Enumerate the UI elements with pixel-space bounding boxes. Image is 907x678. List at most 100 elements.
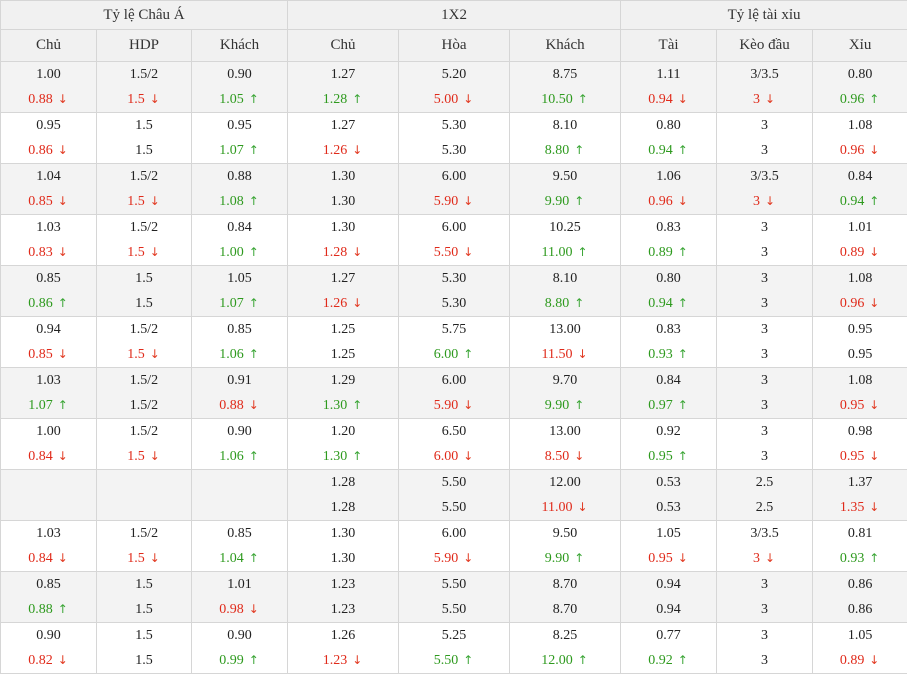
odds-cell-asian-home: 1.04 0.85 ↓ xyxy=(0,163,97,215)
opening-odds: 12.00 xyxy=(511,471,620,496)
arrow-down-icon: ↓ xyxy=(57,449,68,463)
live-odds: 1.07 ↑ xyxy=(2,393,96,418)
live-value: 1.30 xyxy=(322,398,348,413)
odds-cell-1x2-away: 13.00 11.50 ↓ xyxy=(509,316,622,368)
odds-cell-asian-home: 0.85 0.86 ↑ xyxy=(0,265,97,317)
opening-odds: 1.03 xyxy=(2,522,96,547)
odds-cell-content: 0.98 0.95 ↓ xyxy=(814,420,907,469)
odds-cell-1x2-away: 12.00 11.00 ↓ xyxy=(509,469,622,521)
live-odds: 0.53 xyxy=(622,495,716,520)
odds-cell-content: 33 xyxy=(718,624,812,673)
opening-odds: 5.30 xyxy=(400,114,509,139)
odds-cell-under: 1.37 1.35 ↓ xyxy=(812,469,907,521)
live-value: 3 xyxy=(753,551,761,566)
odds-cell-1x2-away: 8.75 10.50 ↑ xyxy=(509,61,622,113)
col-header-draw: Hòa xyxy=(398,29,511,62)
opening-value: 0.95 xyxy=(847,322,873,337)
odds-cell-content: 8.10 8.80 ↑ xyxy=(511,114,620,163)
live-odds: 1.5/2 xyxy=(98,393,191,418)
live-value: 0.95 xyxy=(839,449,865,464)
opening-odds: 0.80 xyxy=(622,267,716,292)
opening-value: 3 xyxy=(761,322,769,337)
live-odds: 6.00 ↑ xyxy=(400,342,509,367)
live-odds: 3 ↓ xyxy=(718,87,812,112)
col-header-asian-away: Khách xyxy=(190,29,289,62)
odds-cell-content: 1.03 0.84 ↓ xyxy=(2,522,96,571)
odds-row: 0.85 0.86 ↑ 1.5 1.5 1.05 1.07 ↑ 1.27 1.26 ↓ 5.30 5.3… xyxy=(0,265,907,317)
odds-cell-asian-away: 0.85 1.06 ↑ xyxy=(190,316,289,368)
odds-cell-under: 0.86 0.86 xyxy=(812,571,907,623)
odds-cell-content: 1.08 0.96 ↓ xyxy=(814,114,907,163)
odds-cell-content: 1.5 1.5 xyxy=(98,114,191,163)
arrow-down-icon: ↓ xyxy=(149,449,160,463)
opening-value: 3/3.5 xyxy=(750,67,779,82)
opening-odds: 1.01 xyxy=(814,216,907,241)
odds-cell-hdp: 1.5/2 1.5 ↓ xyxy=(96,214,192,266)
odds-cell-asian-home: 0.95 0.86 ↓ xyxy=(0,112,97,164)
odds-cell-content: 1.26 1.23 ↓ xyxy=(289,624,398,673)
live-odds: 3 ↓ xyxy=(718,189,812,214)
odds-cell-asian-home: 1.03 1.07 ↑ xyxy=(0,367,97,419)
live-value: 9.90 xyxy=(544,398,570,413)
odds-row: 1.00 0.84 ↓ 1.5/2 1.5 ↓ 0.90 1.06 ↑ 1.20 1.30 ↑ 6.50… xyxy=(0,418,907,470)
odds-cell-1x2-home: 1.30 1.30 xyxy=(287,163,400,215)
live-odds: 1.07 ↑ xyxy=(193,291,287,316)
odds-cell-1x2-home: 1.27 1.26 ↓ xyxy=(287,112,400,164)
odds-cell-over: 0.94 0.94 xyxy=(620,571,718,623)
live-value: 9.90 xyxy=(544,551,570,566)
live-odds: 1.07 ↑ xyxy=(193,138,287,163)
odds-cell-content: 0.77 0.92 ↑ xyxy=(622,624,716,673)
live-odds: 1.08 ↑ xyxy=(193,189,287,214)
live-value: 1.07 xyxy=(219,296,244,311)
odds-cell-asian-away: 0.91 0.88 ↓ xyxy=(190,367,289,419)
live-value: 0.98 xyxy=(219,602,244,617)
opening-odds: 5.50 xyxy=(400,471,509,496)
col-header-1x2-away: Khách xyxy=(509,29,622,62)
odds-cell-content: 1.5/2 1.5 ↓ xyxy=(98,420,191,469)
arrow-up-icon: ↑ xyxy=(352,92,363,106)
live-value: 0.83 xyxy=(28,245,53,260)
odds-cell-asian-away: 1.01 0.98 ↓ xyxy=(190,571,289,623)
odds-cell-content: 5.75 6.00 ↑ xyxy=(400,318,509,367)
odds-cell-asian-away: 0.85 1.04 ↑ xyxy=(190,520,289,572)
live-value: 0.86 xyxy=(28,296,53,311)
opening-odds: 1.5 xyxy=(98,624,191,649)
odds-cell-content: 0.80 0.94 ↑ xyxy=(622,267,716,316)
odds-cell-1x2-home: 1.29 1.30 ↑ xyxy=(287,367,400,419)
col-header-hdp: HDP xyxy=(96,29,192,62)
live-value: 3 xyxy=(753,92,761,107)
col-header-under: Xỉu xyxy=(812,29,907,62)
opening-odds: 1.5/2 xyxy=(98,216,191,241)
live-odds: 11.50 ↓ xyxy=(511,342,620,367)
arrow-up-icon: ↑ xyxy=(574,551,585,565)
live-value: 3 xyxy=(753,194,761,209)
opening-value: 1.29 xyxy=(330,373,356,388)
odds-cell-content: 1.20 1.30 ↑ xyxy=(289,420,398,469)
odds-cell-asian-away: 0.84 1.00 ↑ xyxy=(190,214,289,266)
arrow-up-icon: ↑ xyxy=(677,449,688,463)
opening-value: 0.53 xyxy=(656,475,681,490)
opening-value: 3 xyxy=(761,271,769,286)
odds-cell-content: 1.5 1.5 xyxy=(98,267,191,316)
arrow-up-icon: ↑ xyxy=(57,398,68,412)
live-odds: 0.89 ↓ xyxy=(814,240,907,265)
arrow-up-icon: ↑ xyxy=(248,194,259,208)
odds-cell-content: 0.86 0.86 xyxy=(814,573,907,622)
opening-odds: 1.29 xyxy=(289,369,398,394)
live-value: 1.35 xyxy=(839,500,865,515)
odds-cell-content: 3/3.5 3 ↓ xyxy=(718,63,812,112)
live-value: 5.50 xyxy=(433,245,459,260)
arrow-up-icon: ↑ xyxy=(248,551,259,565)
opening-odds: 5.50 xyxy=(400,573,509,598)
odds-cell-1x2-away: 9.50 9.90 ↑ xyxy=(509,520,622,572)
odds-cell-asian-away: 0.95 1.07 ↑ xyxy=(190,112,289,164)
live-odds: 0.96 ↓ xyxy=(622,189,716,214)
opening-odds: 0.84 xyxy=(814,165,907,190)
opening-value: 8.25 xyxy=(552,628,578,643)
opening-odds: 1.08 xyxy=(814,369,907,394)
opening-value: 3 xyxy=(761,220,769,235)
opening-value: 5.30 xyxy=(441,271,467,286)
odds-cell-content: 0.53 0.53 xyxy=(622,471,716,520)
odds-cell-content: 0.95 1.07 ↑ xyxy=(193,114,287,163)
arrow-down-icon: ↓ xyxy=(869,398,880,412)
